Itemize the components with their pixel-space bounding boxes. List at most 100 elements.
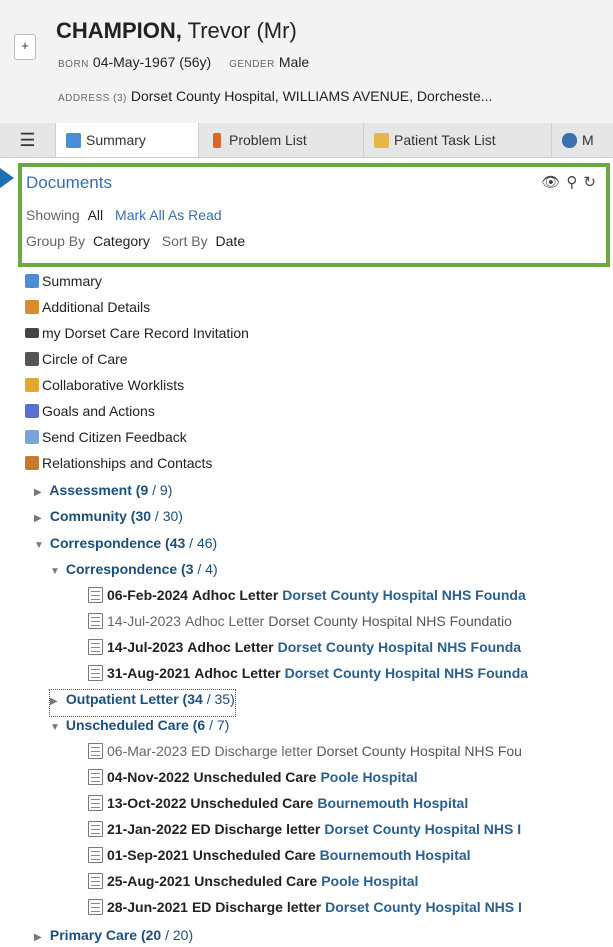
group-label: Correspondence [65,561,178,577]
tab-medications[interactable]: M [551,123,613,157]
group-label: Community [49,508,127,524]
nav-item-label: Send Citizen Feedback [42,429,187,445]
tab-label: Summary [86,132,146,148]
document-row[interactable]: 04-Nov-2022 Unscheduled Care Poole Hospita… [88,768,418,794]
nav-item-circle-of-care[interactable]: Circle of Care [25,350,128,376]
document-type: Unscheduled Care [190,795,314,811]
group-community[interactable]: ▶ Community (30 / 30) [34,507,183,533]
total-count: 20 [172,927,189,943]
tab-label: M [582,132,594,148]
document-row[interactable]: 31-Aug-2021 Adhoc Letter Dorset County Hos… [88,664,528,690]
born-value: 04-May-1967 (56y) [92,54,212,70]
collapsed-triangle-icon: ▶ [34,487,42,498]
problem-list-icon [213,133,221,148]
tab-patient-task-list[interactable]: Patient Task List [363,123,551,157]
tab-problem-list[interactable]: Problem List [198,123,363,157]
document-row[interactable]: 25-Aug-2021 Unscheduled Care Poole Hospita… [88,872,418,898]
document-icon [88,613,103,629]
document-date: 04-Nov-2022 [107,769,190,785]
nav-item-label: Collaborative Worklists [42,377,185,393]
nav-item-label: Relationships and Contacts [42,455,213,471]
unread-count: 30 [135,508,152,524]
tab-label: Patient Task List [394,132,496,148]
refresh-icon[interactable]: ↻ [583,174,602,191]
group-outpatient-letter[interactable]: ▶ Outpatient Letter (34 / 35) [49,689,236,717]
document-date: 01-Sep-2021 [107,847,189,863]
group-correspondence[interactable]: ▼ Correspondence (43 / 46) [34,534,217,560]
document-type: ED Discharge letter [191,821,321,837]
unread-count: 20 [145,927,162,943]
document-row[interactable]: 01-Sep-2021 Unscheduled Care Bournemouth H… [88,846,471,872]
patient-name: CHAMPION, Trevor (Mr) [56,18,297,44]
document-type: Unscheduled Care [192,847,316,863]
showing-row: Showing All Mark All As Read [26,207,222,223]
document-date: 13-Oct-2022 [107,795,187,811]
document-icon [88,587,103,603]
document-organisation: Dorset County Hospital NHS Founda [277,639,522,655]
group-label: Primary Care [49,927,138,943]
documents-toolbar: 👁⚲↻ [541,173,602,191]
expanded-triangle-icon: ▼ [50,722,60,733]
document-type: ED Discharge letter [191,743,313,759]
total-count: 7 [216,717,225,733]
document-icon [88,639,103,655]
search-icon[interactable]: ⚲ [566,174,583,191]
document-organisation: Dorset County Hospital NHS Fou [316,743,522,759]
document-type: Adhoc Letter [191,587,279,603]
sort-by-value[interactable]: Date [216,233,246,249]
document-row[interactable]: 14-Jul-2023 Adhoc Letter Dorset County Hos… [88,612,512,638]
document-icon [88,873,103,889]
patient-demographics: BORN 04-May-1967 (56y) GENDER Male [58,54,309,70]
nav-item-relationships-contacts[interactable]: Relationships and Contacts [25,454,212,480]
showing-filter[interactable]: All [88,207,104,223]
envelope-icon [25,430,39,444]
task-list-icon [374,133,389,148]
group-icon [25,352,39,366]
total-count: 46 [196,535,213,551]
document-row[interactable]: 13-Oct-2022 Unscheduled Care Bournemouth H… [88,794,468,820]
document-row[interactable]: 06-Mar-2023 ED Discharge letter Dorset Cou… [88,742,522,768]
document-row[interactable]: 21-Jan-2022 ED Discharge letter Dorset Cou… [88,820,521,846]
nav-item-label: Additional Details [42,299,151,315]
checklist-icon [25,404,39,418]
address-value: Dorset County Hospital, WILLIAMS AVENUE,… [130,88,493,104]
nav-item-additional-details[interactable]: Additional Details [25,298,150,324]
nav-item-summary[interactable]: Summary [25,272,102,298]
document-icon [88,899,103,915]
total-count: 9 [159,482,168,498]
group-correspondence-sub[interactable]: ▼ Correspondence (3 / 4) [50,560,218,586]
nav-item-goals-actions[interactable]: Goals and Actions [25,402,155,428]
unread-count: 43 [169,535,186,551]
document-icon [88,743,103,759]
mark-all-read-link[interactable]: Mark All As Read [115,207,222,223]
document-date: 31-Aug-2021 [107,665,191,681]
contacts-icon [25,456,39,470]
documents-title: Documents [26,173,112,192]
address-label: ADDRESS (3) [58,93,127,104]
group-primary-care[interactable]: ▶ Primary Care (20 / 20) [34,926,193,947]
group-assessment[interactable]: ▶ Assessment (9 / 9) [34,481,172,507]
document-row[interactable]: 06-Feb-2024 Adhoc Letter Dorset County Hos… [88,586,526,612]
document-organisation: Dorset County Hospital NHS Founda [282,587,526,603]
nav-item-citizen-feedback[interactable]: Send Citizen Feedback [25,428,187,454]
hamburger-menu-icon[interactable]: ☰ [0,123,55,157]
document-row[interactable]: 14-Jul-2023 Adhoc Letter Dorset County Hos… [88,638,521,664]
document-icon [88,795,103,811]
document-date: 06-Mar-2023 [107,743,188,759]
document-type: Adhoc Letter [194,665,281,681]
view-eye-icon[interactable]: 👁 [541,174,566,191]
pointer-arrow-icon [0,168,14,188]
group-unscheduled-care[interactable]: ▼ Unscheduled Care (6 / 7) [50,716,229,742]
group-label: Correspondence [49,535,162,551]
group-by-value[interactable]: Category [93,233,150,249]
document-date: 25-Aug-2021 [107,873,191,889]
unread-count: 34 [187,691,203,707]
nav-item-care-record-invitation[interactable]: my Dorset Care Record Invitation [25,324,249,350]
tab-summary[interactable]: Summary [55,123,198,157]
document-type: Unscheduled Care [194,873,318,889]
document-row[interactable]: 28-Jun-2021 ED Discharge letter Dorset Cou… [88,898,522,924]
nav-item-collaborative-worklists[interactable]: Collaborative Worklists [25,376,184,402]
expand-banner-button[interactable]: + [14,34,36,60]
gender-value: Male [278,54,310,70]
document-organisation: Dorset County Hospital NHS Foundatio [268,613,512,629]
